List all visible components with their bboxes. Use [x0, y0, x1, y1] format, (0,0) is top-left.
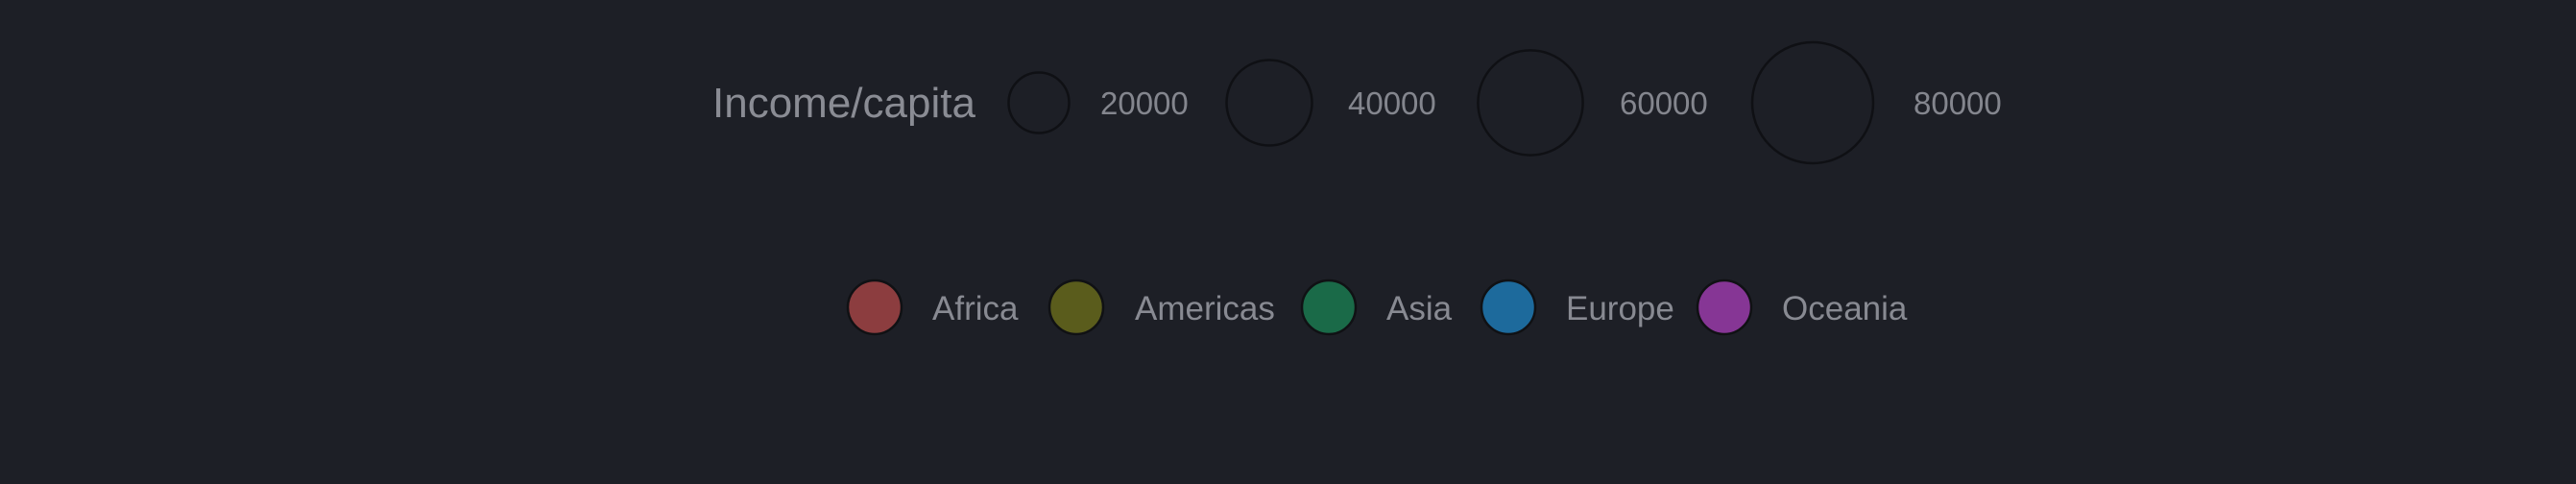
size-legend-label-40000: 40000 [1348, 85, 1436, 121]
chart-legend: Income/capita 20000 40000 60000 80000 Afric… [0, 0, 2576, 484]
size-legend-circle-20000 [1007, 71, 1071, 134]
color-swatch-oceania [1696, 278, 1753, 336]
color-swatch-asia [1300, 278, 1358, 336]
color-swatch-americas [1047, 278, 1105, 336]
size-legend-title: Income/capita [712, 80, 975, 127]
size-legend-label-20000: 20000 [1100, 85, 1189, 121]
color-legend-label-africa: Africa [932, 290, 1019, 327]
size-legend-circle-40000 [1225, 59, 1313, 147]
color-legend-label-asia: Asia [1386, 290, 1453, 327]
color-swatch-africa [846, 278, 903, 336]
size-legend: Income/capita 20000 40000 60000 80000 [712, 40, 2002, 165]
size-legend-label-80000: 80000 [1914, 85, 2002, 121]
color-legend: Africa Americas Asia Europe Oceania [846, 278, 1908, 336]
color-legend-label-europe: Europe [1566, 290, 1674, 327]
color-legend-label-americas: Americas [1135, 290, 1275, 327]
color-swatch-europe [1480, 278, 1537, 336]
color-legend-label-oceania: Oceania [1782, 290, 1908, 327]
size-legend-circle-80000 [1750, 40, 1875, 165]
size-legend-label-60000: 60000 [1620, 85, 1708, 121]
size-legend-circle-60000 [1477, 49, 1584, 157]
legend-svg: Income/capita 20000 40000 60000 80000 Afric… [712, 40, 2002, 336]
